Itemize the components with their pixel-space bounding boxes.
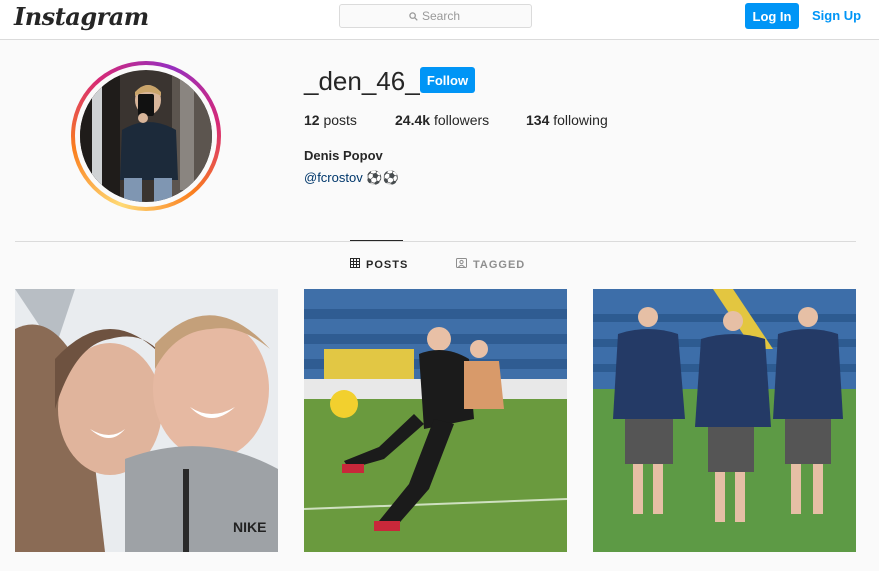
photo-goalkeeper-kick-icon [304, 289, 567, 552]
tab-posts-label: POSTS [366, 258, 409, 271]
profile-full-name: Denis Popov [304, 148, 383, 163]
post-thumbnail-3[interactable] [593, 289, 856, 552]
tab-tagged-label: TAGGED [473, 258, 526, 271]
avatar[interactable] [80, 70, 212, 202]
profile-username: _den_46_ [304, 66, 420, 96]
posts-label: posts [323, 112, 357, 128]
active-tab-indicator [350, 240, 403, 241]
tab-posts[interactable]: POSTS [350, 258, 408, 271]
tagged-icon [456, 258, 467, 271]
posts-count-stat: 12 posts [304, 112, 357, 128]
top-nav-bar: Instagram Log In Sign Up [0, 0, 879, 40]
search-box[interactable] [339, 4, 532, 28]
grid-icon [350, 258, 360, 271]
search-icon [409, 11, 418, 21]
photo-three-players-walking-icon [593, 289, 856, 552]
post-thumbnail-2[interactable] [304, 289, 567, 552]
following-count: 134 [526, 112, 550, 128]
tab-tagged[interactable]: TAGGED [456, 258, 525, 271]
search-input[interactable] [422, 9, 462, 23]
following-label: following [553, 112, 608, 128]
posts-count: 12 [304, 112, 320, 128]
avatar-story-ring[interactable] [71, 61, 221, 211]
instagram-logo[interactable]: Instagram [14, 2, 149, 31]
signup-link[interactable]: Sign Up [812, 8, 861, 23]
following-stat[interactable]: 134 following [526, 112, 608, 128]
followers-label: followers [433, 112, 490, 128]
bio-mention-link[interactable]: @fcrostov ⚽⚽ [304, 170, 399, 186]
photo-couple-selfie-icon: NIKE [15, 289, 278, 552]
follow-button[interactable]: Follow [420, 67, 475, 93]
followers-stat[interactable]: 24.4k followers [395, 112, 489, 128]
login-button[interactable]: Log In [745, 3, 799, 29]
post-thumbnail-1[interactable]: NIKE [15, 289, 278, 552]
svg-text:NIKE: NIKE [233, 519, 266, 535]
tabs-divider [15, 241, 856, 242]
followers-count: 24.4k [395, 112, 431, 128]
